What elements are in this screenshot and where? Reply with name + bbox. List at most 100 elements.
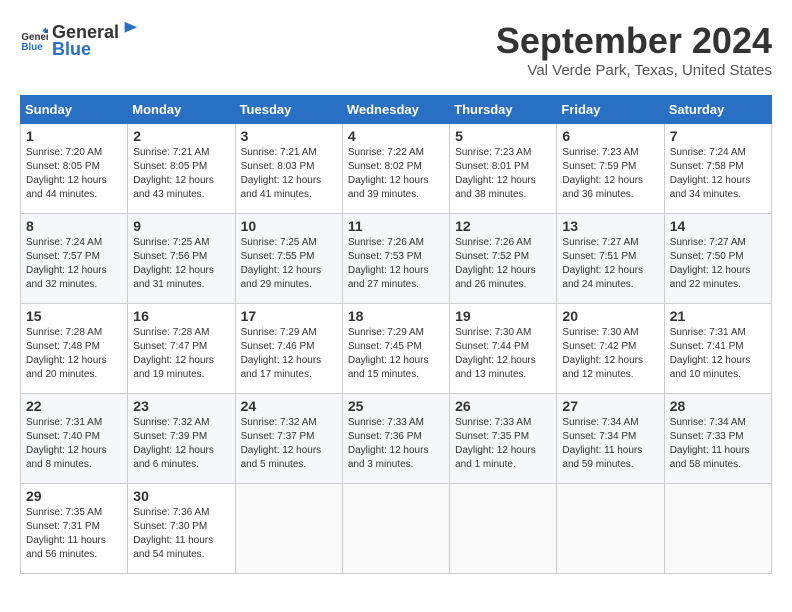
calendar-cell: 15Sunrise: 7:28 AMSunset: 7:48 PMDayligh…: [21, 304, 128, 394]
day-number: 2: [133, 128, 229, 144]
calendar-cell: 6Sunrise: 7:23 AMSunset: 7:59 PMDaylight…: [557, 124, 664, 214]
cell-info: Sunrise: 7:36 AMSunset: 7:30 PMDaylight:…: [133, 507, 213, 560]
logo: General Blue General Blue: [20, 20, 139, 60]
day-number: 20: [562, 308, 658, 324]
cell-info: Sunrise: 7:21 AMSunset: 8:05 PMDaylight:…: [133, 147, 214, 200]
location-subtitle: Val Verde Park, Texas, United States: [496, 62, 772, 79]
day-number: 4: [348, 128, 444, 144]
calendar-cell: [235, 484, 342, 574]
calendar-cell: 23Sunrise: 7:32 AMSunset: 7:39 PMDayligh…: [128, 394, 235, 484]
day-number: 24: [241, 398, 337, 414]
calendar-header-monday: Monday: [128, 96, 235, 124]
calendar-cell: 22Sunrise: 7:31 AMSunset: 7:40 PMDayligh…: [21, 394, 128, 484]
calendar-cell: 17 Sunrise: 7:29 AMSunset: 7:46 PMDayligh…: [235, 304, 342, 394]
day-number: 12: [455, 218, 551, 234]
day-number: 18: [348, 308, 444, 324]
calendar-header-tuesday: Tuesday: [235, 96, 342, 124]
cell-info: Sunrise: 7:26 AMSunset: 7:53 PMDaylight:…: [348, 237, 429, 290]
cell-info: Sunrise: 7:28 AMSunset: 7:47 PMDaylight:…: [133, 327, 214, 380]
calendar-week-2: 8Sunrise: 7:24 AMSunset: 7:57 PMDaylight…: [21, 214, 772, 304]
cell-info: Sunrise: 7:30 AMSunset: 7:42 PMDaylight:…: [562, 327, 643, 380]
calendar-week-1: 1 Sunrise: 7:20 AMSunset: 8:05 PMDaylight…: [21, 124, 772, 214]
day-number: 21: [670, 308, 766, 324]
logo-icon: General Blue: [20, 26, 48, 54]
cell-info: Sunrise: 7:28 AMSunset: 7:48 PMDaylight:…: [26, 327, 107, 380]
day-number: 26: [455, 398, 551, 414]
logo-flag-icon: [121, 20, 139, 38]
calendar-cell: 25 Sunrise: 7:33 AMSunset: 7:36 PMDayligh…: [342, 394, 449, 484]
calendar-cell: 27 Sunrise: 7:34 AMSunset: 7:34 PMDayligh…: [557, 394, 664, 484]
day-number: 11: [348, 218, 444, 234]
cell-info: Sunrise: 7:29 AMSunset: 7:46 PMDaylight:…: [241, 327, 322, 380]
calendar-cell: 1 Sunrise: 7:20 AMSunset: 8:05 PMDaylight…: [21, 124, 128, 214]
cell-info: Sunrise: 7:33 AMSunset: 7:36 PMDaylight:…: [348, 417, 429, 470]
calendar-cell: 10Sunrise: 7:25 AMSunset: 7:55 PMDayligh…: [235, 214, 342, 304]
calendar-cell: 30 Sunrise: 7:36 AMSunset: 7:30 PMDayligh…: [128, 484, 235, 574]
calendar-body: 1 Sunrise: 7:20 AMSunset: 8:05 PMDaylight…: [21, 124, 772, 574]
day-number: 17: [241, 308, 337, 324]
calendar-cell: 2 Sunrise: 7:21 AMSunset: 8:05 PMDaylight…: [128, 124, 235, 214]
calendar-cell: 9 Sunrise: 7:25 AMSunset: 7:56 PMDaylight…: [128, 214, 235, 304]
calendar-cell: 28 Sunrise: 7:34 AMSunset: 7:33 PMDayligh…: [664, 394, 771, 484]
day-number: 7: [670, 128, 766, 144]
cell-info: Sunrise: 7:30 AMSunset: 7:44 PMDaylight:…: [455, 327, 536, 380]
calendar-cell: 20 Sunrise: 7:30 AMSunset: 7:42 PMDayligh…: [557, 304, 664, 394]
day-number: 9: [133, 218, 229, 234]
day-number: 13: [562, 218, 658, 234]
day-number: 1: [26, 128, 122, 144]
calendar-header-sunday: Sunday: [21, 96, 128, 124]
calendar-header-friday: Friday: [557, 96, 664, 124]
day-number: 27: [562, 398, 658, 414]
calendar-cell: 4 Sunrise: 7:22 AMSunset: 8:02 PMDaylight…: [342, 124, 449, 214]
calendar-cell: 11 Sunrise: 7:26 AMSunset: 7:53 PMDayligh…: [342, 214, 449, 304]
calendar-cell: 24 Sunrise: 7:32 AMSunset: 7:37 PMDayligh…: [235, 394, 342, 484]
calendar-cell: 16 Sunrise: 7:28 AMSunset: 7:47 PMDayligh…: [128, 304, 235, 394]
calendar-header-wednesday: Wednesday: [342, 96, 449, 124]
cell-info: Sunrise: 7:24 AMSunset: 7:58 PMDaylight:…: [670, 147, 751, 200]
day-number: 23: [133, 398, 229, 414]
calendar-cell: 14Sunrise: 7:27 AMSunset: 7:50 PMDayligh…: [664, 214, 771, 304]
cell-info: Sunrise: 7:31 AMSunset: 7:40 PMDaylight:…: [26, 417, 107, 470]
cell-info: Sunrise: 7:27 AMSunset: 7:51 PMDaylight:…: [562, 237, 643, 290]
cell-info: Sunrise: 7:35 AMSunset: 7:31 PMDaylight:…: [26, 507, 106, 560]
cell-info: Sunrise: 7:22 AMSunset: 8:02 PMDaylight:…: [348, 147, 429, 200]
calendar-header-saturday: Saturday: [664, 96, 771, 124]
calendar-cell: 18 Sunrise: 7:29 AMSunset: 7:45 PMDayligh…: [342, 304, 449, 394]
calendar-cell: 26Sunrise: 7:33 AMSunset: 7:35 PMDayligh…: [450, 394, 557, 484]
calendar-cell: [342, 484, 449, 574]
day-number: 14: [670, 218, 766, 234]
cell-info: Sunrise: 7:23 AMSunset: 8:01 PMDaylight:…: [455, 147, 536, 200]
calendar-cell: 29Sunrise: 7:35 AMSunset: 7:31 PMDayligh…: [21, 484, 128, 574]
calendar-header-row: SundayMondayTuesdayWednesdayThursdayFrid…: [21, 96, 772, 124]
calendar-cell: 8Sunrise: 7:24 AMSunset: 7:57 PMDaylight…: [21, 214, 128, 304]
month-title: September 2024: [496, 20, 772, 62]
svg-text:Blue: Blue: [21, 42, 43, 53]
calendar-cell: 5 Sunrise: 7:23 AMSunset: 8:01 PMDaylight…: [450, 124, 557, 214]
day-number: 16: [133, 308, 229, 324]
calendar-cell: 21 Sunrise: 7:31 AMSunset: 7:41 PMDayligh…: [664, 304, 771, 394]
title-section: September 2024 Val Verde Park, Texas, Un…: [496, 20, 772, 79]
cell-info: Sunrise: 7:21 AMSunset: 8:03 PMDaylight:…: [241, 147, 322, 200]
day-number: 28: [670, 398, 766, 414]
calendar-table: SundayMondayTuesdayWednesdayThursdayFrid…: [20, 95, 772, 574]
day-number: 10: [241, 218, 337, 234]
day-number: 25: [348, 398, 444, 414]
calendar-week-5: 29Sunrise: 7:35 AMSunset: 7:31 PMDayligh…: [21, 484, 772, 574]
day-number: 30: [133, 488, 229, 504]
cell-info: Sunrise: 7:34 AMSunset: 7:34 PMDaylight:…: [562, 417, 642, 470]
day-number: 19: [455, 308, 551, 324]
calendar-week-4: 22Sunrise: 7:31 AMSunset: 7:40 PMDayligh…: [21, 394, 772, 484]
cell-info: Sunrise: 7:34 AMSunset: 7:33 PMDaylight:…: [670, 417, 750, 470]
calendar-cell: 13 Sunrise: 7:27 AMSunset: 7:51 PMDayligh…: [557, 214, 664, 304]
cell-info: Sunrise: 7:31 AMSunset: 7:41 PMDaylight:…: [670, 327, 751, 380]
cell-info: Sunrise: 7:20 AMSunset: 8:05 PMDaylight:…: [26, 147, 107, 200]
cell-info: Sunrise: 7:26 AMSunset: 7:52 PMDaylight:…: [455, 237, 536, 290]
calendar-cell: 12 Sunrise: 7:26 AMSunset: 7:52 PMDayligh…: [450, 214, 557, 304]
calendar-cell: [664, 484, 771, 574]
day-number: 6: [562, 128, 658, 144]
cell-info: Sunrise: 7:29 AMSunset: 7:45 PMDaylight:…: [348, 327, 429, 380]
cell-info: Sunrise: 7:32 AMSunset: 7:37 PMDaylight:…: [241, 417, 322, 470]
calendar-cell: [450, 484, 557, 574]
day-number: 5: [455, 128, 551, 144]
cell-info: Sunrise: 7:25 AMSunset: 7:56 PMDaylight:…: [133, 237, 214, 290]
